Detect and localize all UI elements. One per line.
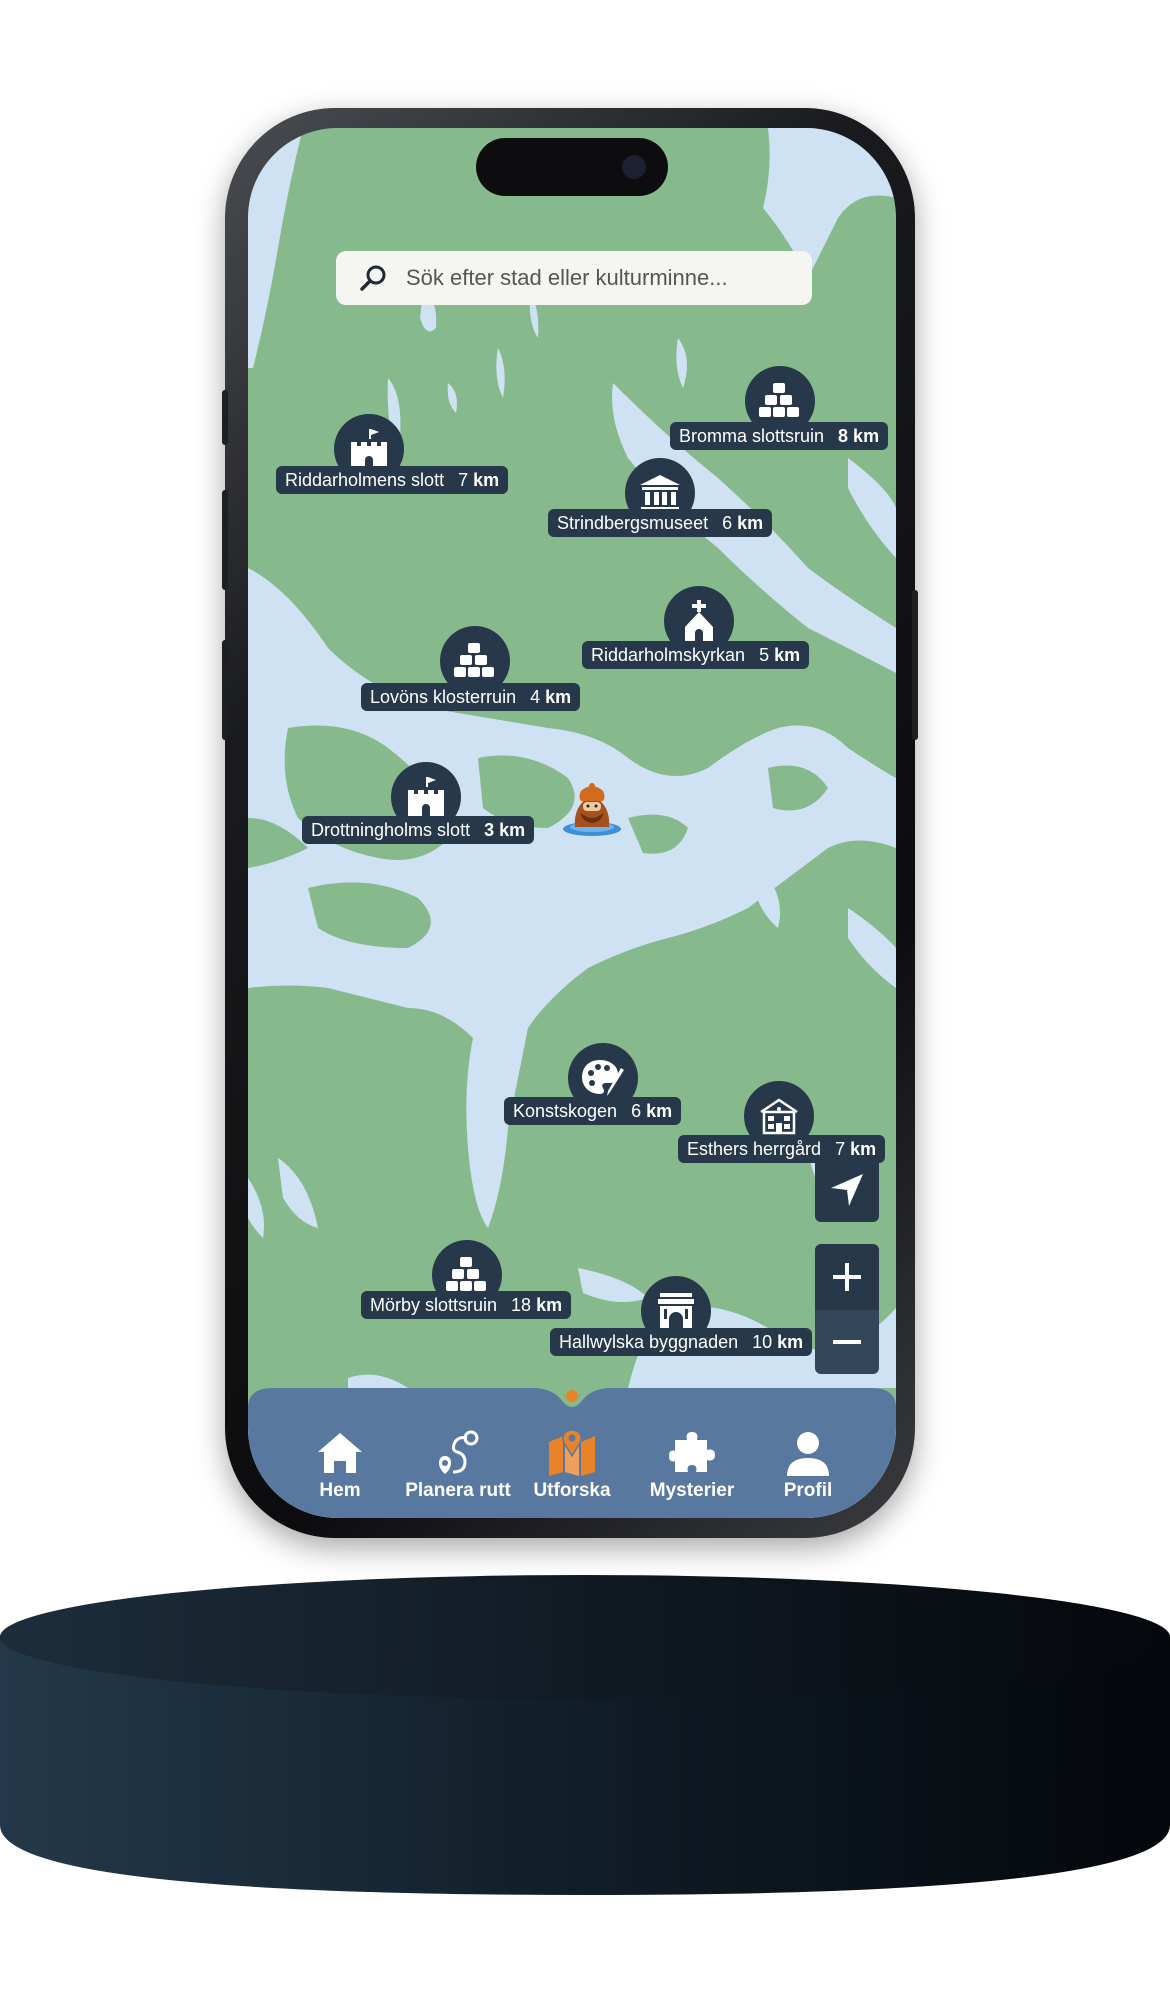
poi-label: Strindbergsmuseet 6 km <box>548 509 773 537</box>
poi-distance: 5 km <box>759 644 801 665</box>
poi-label: Riddarholmskyrkan 5 km <box>582 641 810 669</box>
dynamic-island <box>476 138 668 196</box>
poi-label: Riddarholmens slott 7 km <box>276 466 509 494</box>
poi-distance: 4 km <box>530 686 572 707</box>
nav-label: Hem <box>319 1480 361 1501</box>
side-button <box>912 590 918 740</box>
screen: Bromma slottsruin 8 km Riddarholmens slo… <box>248 128 896 1518</box>
zoom-out-button[interactable] <box>815 1310 879 1374</box>
map-icon <box>549 1429 595 1476</box>
side-button <box>222 640 228 740</box>
nav-label: Utforska <box>533 1480 611 1501</box>
nav-item-hem[interactable]: Hem <box>280 1428 400 1508</box>
poi-distance: 6 km <box>631 1100 673 1121</box>
poi-label: Lovöns klosterruin 4 km <box>361 683 581 711</box>
poi-distance: 7 km <box>835 1138 877 1159</box>
poi-name: Hallwylska byggnaden <box>559 1331 739 1352</box>
home-icon <box>318 1433 362 1473</box>
plus-icon <box>833 1263 861 1291</box>
navigation-arrow-icon <box>831 1174 863 1206</box>
side-button <box>222 390 228 445</box>
poi-name: Drottningholms slott <box>311 819 471 840</box>
poi-name: Bromma slottsruin <box>679 425 825 446</box>
user-location-avatar[interactable] <box>561 783 623 839</box>
poi-distance: 8 km <box>838 425 880 446</box>
poi-distance: 7 km <box>458 469 500 490</box>
poi-label: Drottningholms slott 3 km <box>302 816 535 844</box>
search-input[interactable] <box>404 264 808 292</box>
profile-icon <box>787 1432 829 1476</box>
poi-label: Konstskogen 6 km <box>504 1097 682 1125</box>
poi-distance: 10 km <box>752 1331 804 1352</box>
nav-item-mysterier[interactable]: Mysterier <box>632 1428 752 1508</box>
search-icon <box>360 265 386 291</box>
poi-name: Konstskogen <box>513 1100 618 1121</box>
search-bar[interactable] <box>336 251 812 305</box>
nav-label: Mysterier <box>649 1480 735 1501</box>
poi-name: Strindbergsmuseet <box>557 512 709 533</box>
poi-distance: 18 km <box>511 1294 563 1315</box>
zoom-in-button[interactable] <box>815 1244 879 1310</box>
poi-distance: 6 km <box>722 512 764 533</box>
poi-name: Riddarholmens slott <box>285 469 445 490</box>
side-button <box>222 490 228 590</box>
poi-name: Esthers herrgård <box>687 1138 822 1159</box>
minus-icon <box>833 1340 861 1344</box>
puzzle-icon <box>669 1432 715 1472</box>
locate-button[interactable] <box>815 1158 879 1222</box>
pedestal <box>0 1575 1170 1895</box>
nav-label: Planera rutt <box>405 1480 511 1501</box>
poi-name: Mörby slottsruin <box>370 1294 498 1315</box>
poi-name: Riddarholmskyrkan <box>591 644 746 665</box>
poi-name: Lovöns klosterruin <box>370 686 517 707</box>
poi-label: Mörby slottsruin 18 km <box>361 1291 572 1319</box>
nav-item-profil[interactable]: Profil <box>748 1428 868 1508</box>
route-icon <box>439 1430 479 1474</box>
nav-label: Profil <box>783 1480 833 1501</box>
nav-item-planera-rutt[interactable]: Planera rutt <box>398 1428 518 1508</box>
poi-label: Hallwylska byggnaden 10 km <box>550 1328 813 1356</box>
poi-label: Bromma slottsruin 8 km <box>670 422 889 450</box>
nav-item-utforska[interactable]: Utforska <box>512 1428 632 1508</box>
poi-distance: 3 km <box>484 819 526 840</box>
camera-icon <box>622 155 646 179</box>
